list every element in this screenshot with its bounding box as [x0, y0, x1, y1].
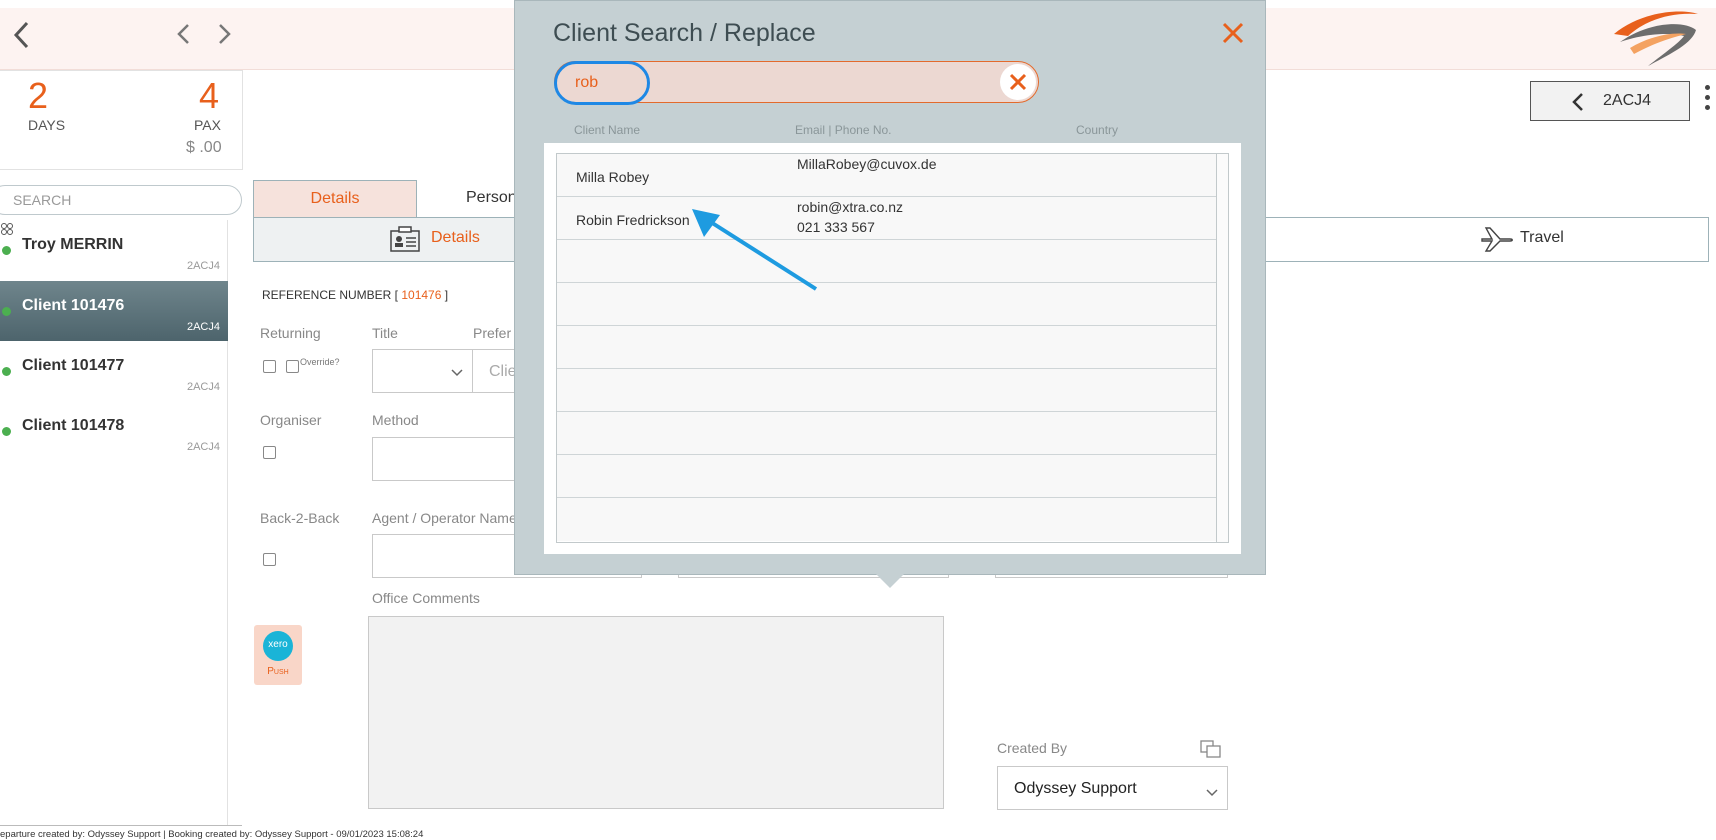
kebab-menu-icon[interactable]	[1705, 85, 1713, 115]
client-name: Client 101476	[22, 297, 125, 314]
results-panel: Milla Robey MillaRobey@cuvox.de Robin Fr…	[544, 143, 1241, 554]
office-comments-label: Office Comments	[372, 590, 480, 606]
previous-icon[interactable]	[176, 22, 192, 46]
modal-title: Client Search / Replace	[553, 19, 816, 47]
client-item[interactable]: Client 101476 2ACJ4	[0, 281, 228, 341]
copy-icon[interactable]	[1200, 740, 1222, 763]
xero-logo-icon: xero	[263, 631, 293, 661]
footer-status: eparture created by: Odyssey Support | B…	[0, 829, 424, 840]
result-client-name: Robin Fredrickson	[576, 212, 690, 228]
scrollbar[interactable]	[1216, 154, 1228, 542]
office-comments-textarea[interactable]	[368, 616, 944, 809]
agent-label: Agent / Operator Name	[372, 510, 517, 526]
table-row	[557, 283, 1218, 326]
airplane-icon	[1480, 226, 1514, 257]
id-card-icon	[390, 226, 420, 257]
chevron-down-icon	[1206, 784, 1218, 802]
returning-label: Returning	[260, 325, 321, 341]
client-item[interactable]: Client 101478 2ACJ4	[0, 401, 228, 461]
pax-value: 4	[199, 75, 220, 116]
table-row[interactable]: Milla Robey MillaRobey@cuvox.de	[557, 154, 1218, 197]
result-contact: MillaRobey@cuvox.de	[797, 156, 937, 172]
status-dot	[2, 246, 11, 255]
booking-code: 2ACJ4	[1603, 92, 1652, 109]
tab-details[interactable]: Details	[253, 180, 417, 218]
chevron-down-icon	[451, 364, 463, 382]
table-row	[557, 240, 1218, 283]
client-item[interactable]: Troy MERRIN 2ACJ4	[0, 220, 228, 280]
back-icon[interactable]	[12, 20, 32, 50]
status-dot	[2, 307, 11, 316]
chevron-left-icon	[1571, 92, 1585, 117]
title-select[interactable]	[372, 349, 473, 393]
trip-stats: 2 DAYS 4 PAX $ .00	[0, 70, 243, 170]
created-by-label: Created By	[997, 740, 1068, 756]
returning-checkbox[interactable]	[263, 360, 276, 373]
override-checkbox[interactable]	[286, 360, 299, 373]
booking-back-button[interactable]: 2ACJ4	[1530, 81, 1690, 121]
trip-price: $ .00	[186, 139, 222, 156]
days-value: 2	[28, 75, 49, 116]
client-list: Troy MERRIN 2ACJ4 Client 101476 2ACJ4 Cl…	[0, 220, 228, 825]
table-row	[557, 498, 1218, 541]
subtab-details-label: Details	[431, 229, 480, 246]
title-label: Title	[372, 325, 398, 341]
organiser-label: Organiser	[260, 412, 322, 428]
reference-number: REFERENCE NUMBER [ 101476 ]	[262, 288, 449, 302]
table-row	[557, 369, 1218, 412]
subtab-details[interactable]: Details	[254, 218, 516, 261]
subtab-travel-label: Travel	[1520, 229, 1564, 246]
table-row	[557, 412, 1218, 455]
close-icon[interactable]	[1221, 21, 1245, 45]
result-client-name: Milla Robey	[576, 169, 650, 185]
column-header-country: Country	[1076, 123, 1119, 137]
column-header-client-name: Client Name	[574, 123, 641, 137]
modal-pointer	[876, 574, 904, 588]
client-name: Troy MERRIN	[22, 236, 124, 253]
client-code: 2ACJ4	[186, 260, 220, 272]
status-dot	[2, 427, 11, 436]
client-name: Client 101478	[22, 417, 125, 434]
clear-search-icon[interactable]	[1000, 64, 1036, 100]
created-by-select[interactable]: Odyssey Support	[997, 766, 1228, 810]
results-table: Milla Robey MillaRobey@cuvox.de Robin Fr…	[556, 153, 1229, 543]
client-search-input[interactable]: SEARCH	[0, 185, 242, 215]
search-highlight	[554, 61, 650, 105]
next-icon[interactable]	[216, 22, 232, 46]
brand-logo-icon	[1610, 8, 1700, 70]
xero-push-label: Push	[267, 666, 289, 677]
method-input[interactable]	[372, 437, 532, 481]
client-code: 2ACJ4	[186, 381, 220, 393]
days-label: DAYS	[28, 117, 66, 133]
client-name: Client 101477	[22, 357, 125, 374]
preferred-label: Prefer	[473, 325, 512, 341]
client-code: 2ACJ4	[186, 321, 220, 333]
divider	[0, 825, 242, 826]
client-search-modal: Client Search / Replace rob Client Name …	[514, 0, 1266, 575]
created-by-value: Odyssey Support	[1014, 780, 1137, 797]
pax-label: PAX	[194, 117, 221, 133]
back2back-checkbox[interactable]	[263, 553, 276, 566]
table-row	[557, 455, 1218, 498]
reference-number-value: 101476	[401, 288, 442, 302]
client-item[interactable]: Client 101477 2ACJ4	[0, 341, 228, 401]
override-label: Override?	[300, 357, 340, 367]
client-code: 2ACJ4	[186, 441, 220, 453]
modal-search-input[interactable]: rob	[554, 61, 1039, 105]
back2back-label: Back-2-Back	[260, 510, 340, 526]
table-row[interactable]: Robin Fredrickson robin@xtra.co.nz 021 3…	[557, 197, 1218, 240]
status-dot	[2, 367, 11, 376]
xero-push-button[interactable]: xero Push	[254, 625, 302, 685]
annotation-arrow-icon	[692, 209, 818, 291]
organiser-checkbox[interactable]	[263, 446, 276, 459]
table-row	[557, 326, 1218, 369]
modal-search-value: rob	[575, 74, 599, 91]
method-label: Method	[372, 412, 419, 428]
column-header-email-phone: Email | Phone No.	[795, 123, 892, 137]
